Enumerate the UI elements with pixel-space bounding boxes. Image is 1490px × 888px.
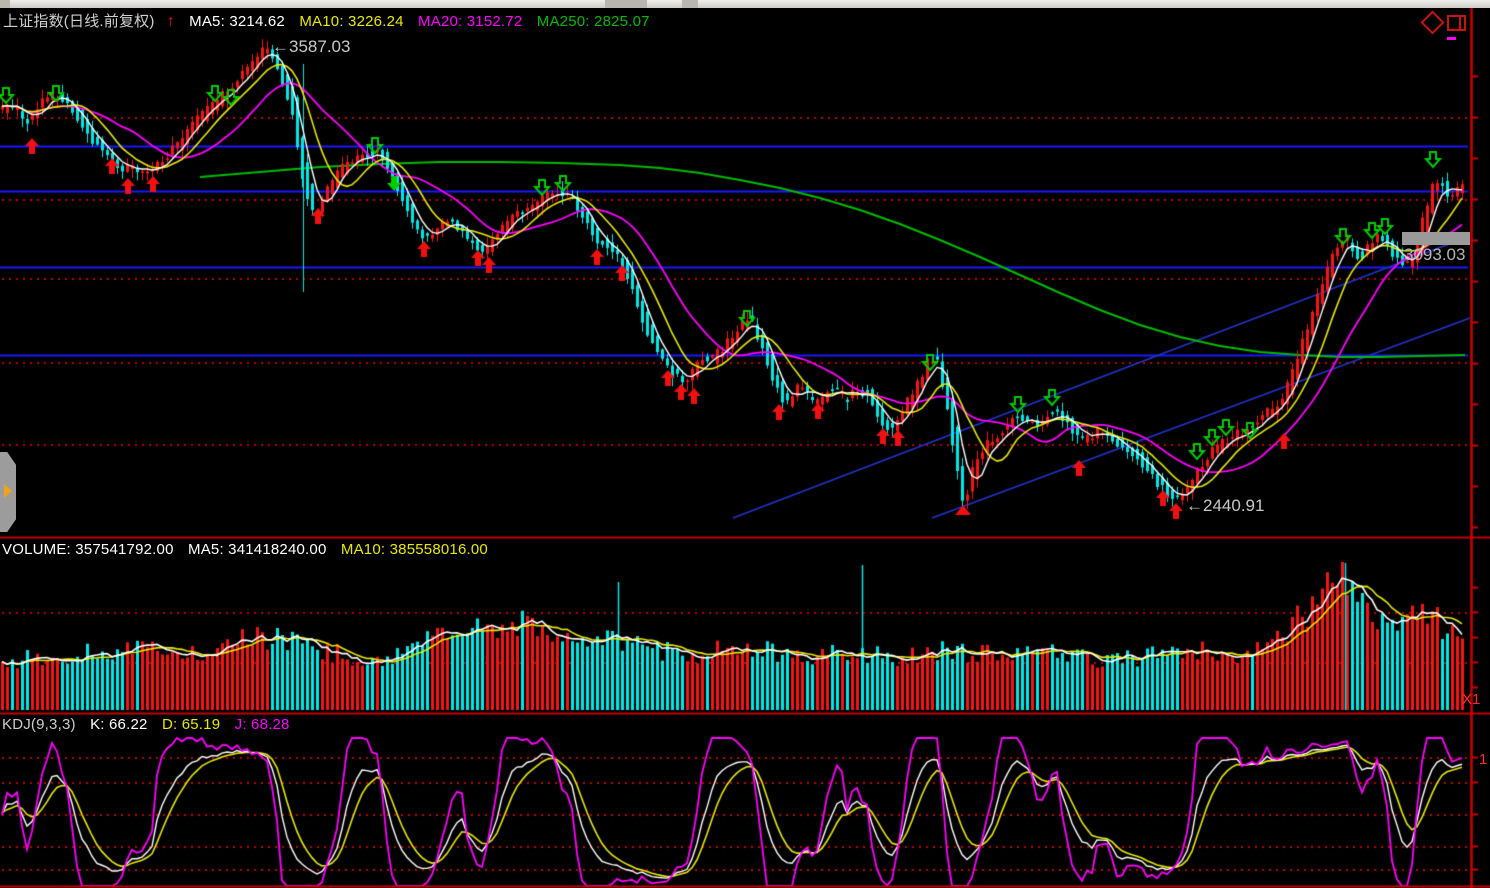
ma20-value: MA20: 3152.72 (418, 13, 522, 30)
kdj-d-value: D: 65.19 (162, 716, 220, 733)
low-price-annotation: ←2440.91 (1186, 496, 1264, 516)
volume-ma10-value: MA10: 385558016.00 (341, 541, 488, 558)
peak-price-annotation: ←3587.03 (272, 37, 350, 57)
last-price-label: 3093.03 (1404, 245, 1465, 265)
window-titlebar[interactable] (0, 0, 1490, 8)
minimize-dash-icon[interactable] (1447, 37, 1456, 40)
ma10-value: MA10: 3226.24 (299, 13, 403, 30)
stock-chart-window: 上证指数(日线.前复权) ↑ MA5: 3214.62 MA10: 3226.24… (0, 0, 1490, 888)
volume-value: VOLUME: 357541792.00 (2, 541, 174, 558)
chart-canvas[interactable] (0, 0, 1490, 888)
up-arrow-icon: ↑ (167, 13, 175, 30)
titlebar-segment (0, 0, 10, 8)
expand-arrow-icon (4, 484, 12, 498)
kdj-legend: KDJ(9,3,3) K: 66.22 D: 65.19 J: 68.28 (2, 716, 300, 733)
titlebar-segment (682, 0, 698, 8)
restore-window-icon[interactable] (1447, 15, 1466, 31)
last-price-highlight-box (1402, 232, 1470, 245)
volume-scale-label: X1 (1462, 691, 1480, 708)
main-chart-legend: 上证指数(日线.前复权) ↑ MA5: 3214.62 MA10: 3226.24… (3, 10, 660, 31)
volume-ma5-value: MA5: 341418240.00 (188, 541, 327, 558)
titlebar-segment (605, 0, 647, 8)
sidebar-expand-tab[interactable] (0, 452, 16, 532)
kdj-axis-label: 1 (1479, 751, 1487, 768)
kdj-name: KDJ(9,3,3) (2, 716, 76, 733)
kdj-j-value: J: 68.28 (235, 716, 290, 733)
instrument-title: 上证指数(日线.前复权) (3, 13, 155, 30)
ma5-value: MA5: 3214.62 (189, 13, 285, 30)
volume-legend: VOLUME: 357541792.00 MA5: 341418240.00 M… (2, 541, 498, 558)
ma250-value: MA250: 2825.07 (537, 13, 650, 30)
kdj-k-value: K: 66.22 (90, 716, 147, 733)
